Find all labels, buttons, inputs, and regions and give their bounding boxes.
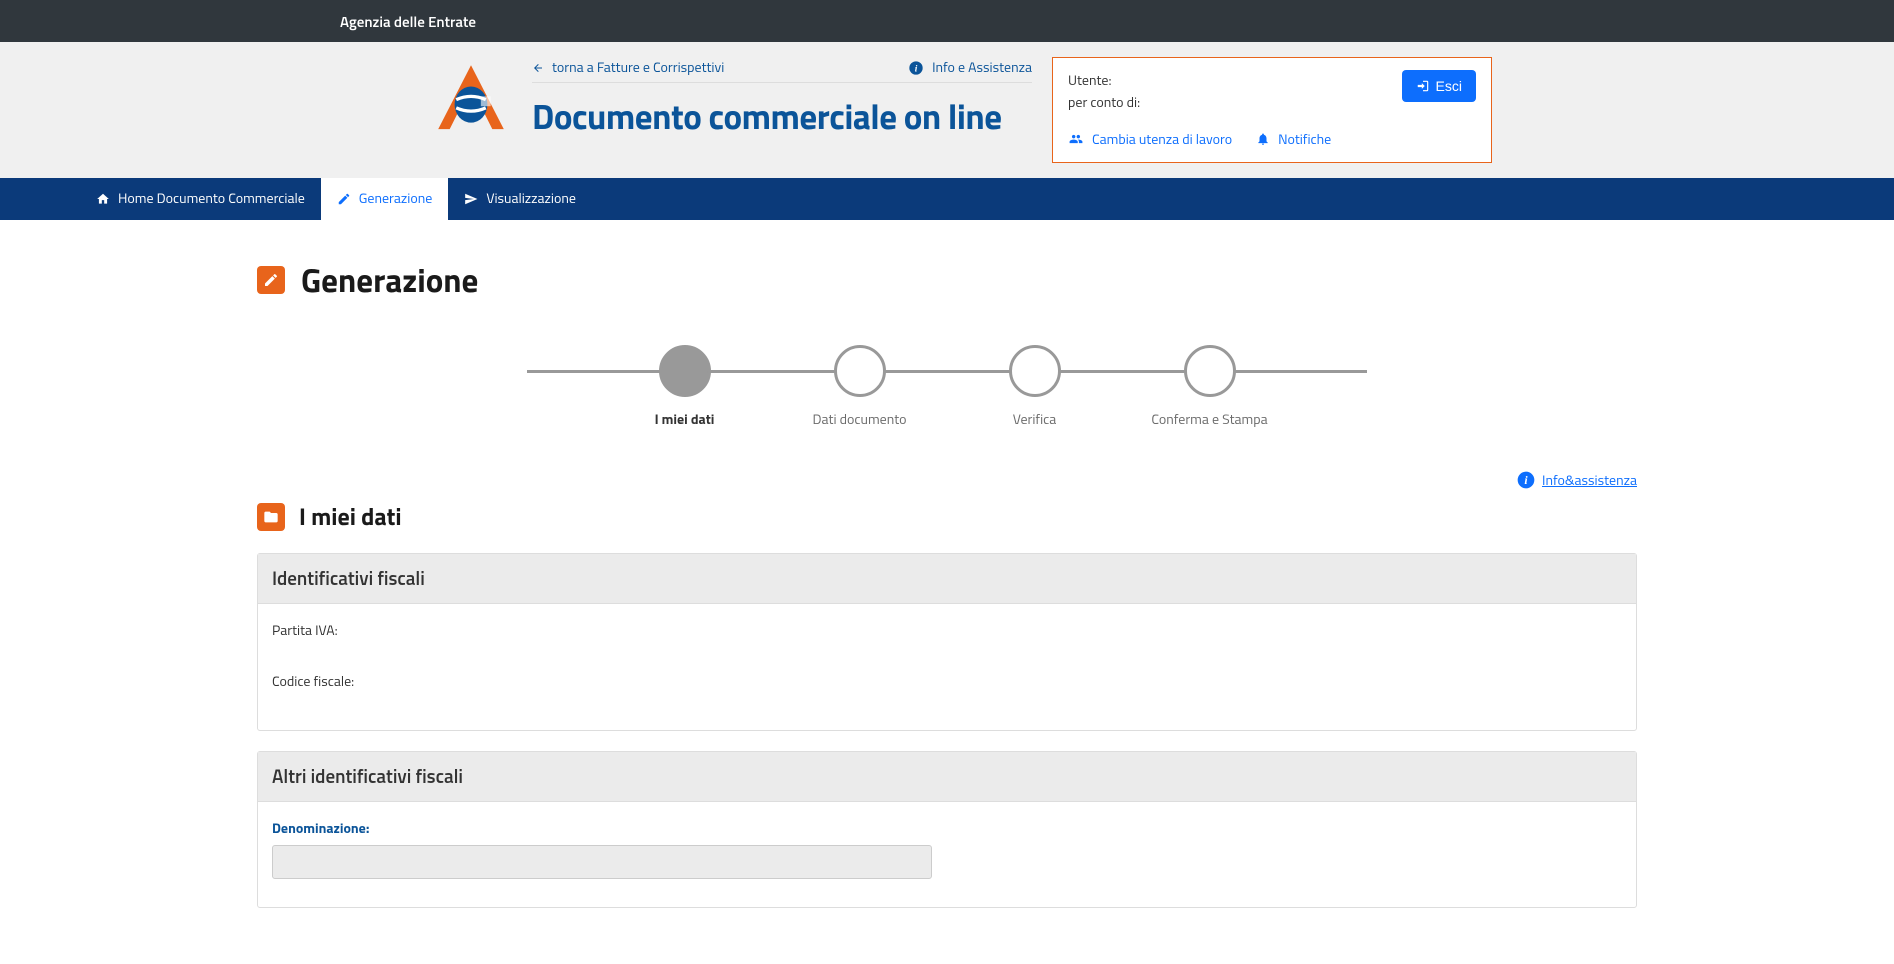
bell-icon xyxy=(1256,132,1270,146)
svg-text:i: i xyxy=(915,64,918,74)
notifiche-link[interactable]: Notifiche xyxy=(1256,129,1331,150)
back-link[interactable]: torna a Fatture e Corrispettivi xyxy=(532,57,724,78)
step-2-circle xyxy=(834,345,886,397)
nav-home-label: Home Documento Commerciale xyxy=(118,188,305,209)
agency-logo xyxy=(430,57,512,139)
per-conto-label: per conto di: xyxy=(1068,92,1140,113)
denominazione-label: Denominazione: xyxy=(272,818,1622,839)
top-bar: Agenzia delle Entrate xyxy=(0,0,1894,42)
step-4-circle xyxy=(1184,345,1236,397)
pencil-box-icon xyxy=(257,266,285,294)
step-1[interactable]: I miei dati xyxy=(597,345,772,430)
nav-generazione[interactable]: Generazione xyxy=(321,178,449,220)
logout-label: Esci xyxy=(1436,78,1462,94)
denominazione-input[interactable] xyxy=(272,845,932,879)
step-1-circle xyxy=(659,345,711,397)
section-miei-dati-title: I miei dati xyxy=(299,499,402,535)
users-icon xyxy=(1068,132,1084,146)
step-2[interactable]: Dati documento xyxy=(772,345,947,430)
logout-button[interactable]: Esci xyxy=(1402,70,1476,102)
back-link-label: torna a Fatture e Corrispettivi xyxy=(552,57,724,78)
panel-identificativi-fiscali: Identificativi fiscali Partita IVA: Codi… xyxy=(257,553,1637,731)
user-info: Utente: per conto di: xyxy=(1068,70,1140,115)
paper-plane-icon xyxy=(464,192,478,206)
nav-visualizzazione-label: Visualizzazione xyxy=(486,188,576,209)
utente-label: Utente: xyxy=(1068,70,1112,91)
cambia-utenza-link[interactable]: Cambia utenza di lavoro xyxy=(1068,129,1232,150)
user-box: Utente: per conto di: Esci Cambia ute xyxy=(1052,57,1492,163)
step-1-label: I miei dati xyxy=(655,409,715,430)
agency-name: Agenzia delle Entrate xyxy=(340,10,476,33)
info-assist-inline-link[interactable]: i Info&assistenza xyxy=(1516,470,1637,491)
app-title: Documento commerciale on line xyxy=(532,89,1032,143)
panel-altri-identificativi: Altri identificativi fiscali Denominazio… xyxy=(257,751,1637,908)
arrow-left-icon xyxy=(532,62,544,74)
folder-box-icon xyxy=(257,503,285,531)
cambia-utenza-label: Cambia utenza di lavoro xyxy=(1092,129,1232,150)
info-circle-icon: i xyxy=(1516,470,1536,490)
stepper: I miei dati Dati documento Verifica Conf… xyxy=(257,335,1637,470)
step-3-circle xyxy=(1009,345,1061,397)
codice-fiscale-label: Codice fiscale: xyxy=(272,671,354,692)
header-area: torna a Fatture e Corrispettivi i Info e… xyxy=(0,42,1894,178)
page-title: Generazione xyxy=(301,255,478,305)
home-icon xyxy=(96,192,110,206)
info-assist-link[interactable]: i Info e Assistenza xyxy=(908,57,1032,78)
step-4[interactable]: Conferma e Stampa xyxy=(1122,345,1297,430)
partita-iva-label: Partita IVA: xyxy=(272,620,338,641)
info-assist-label: Info e Assistenza xyxy=(932,57,1032,78)
step-2-label: Dati documento xyxy=(813,409,907,430)
main-nav: Home Documento Commerciale Generazione V… xyxy=(0,178,1894,220)
step-3[interactable]: Verifica xyxy=(947,345,1122,430)
nav-visualizzazione[interactable]: Visualizzazione xyxy=(448,178,592,220)
info-assist-inline-label: Info&assistenza xyxy=(1542,470,1637,491)
step-3-label: Verifica xyxy=(1013,409,1057,430)
nav-home[interactable]: Home Documento Commerciale xyxy=(80,178,321,220)
sign-out-icon xyxy=(1416,79,1430,93)
panel-altri-header: Altri identificativi fiscali xyxy=(258,752,1636,802)
panel-identificativi-header: Identificativi fiscali xyxy=(258,554,1636,604)
page-heading: Generazione xyxy=(257,255,1637,305)
section-miei-dati-heading: I miei dati xyxy=(257,499,1637,535)
notifiche-label: Notifiche xyxy=(1278,129,1331,150)
info-circle-icon: i xyxy=(908,60,924,76)
nav-generazione-label: Generazione xyxy=(359,188,433,209)
pencil-icon xyxy=(337,192,351,206)
step-4-label: Conferma e Stampa xyxy=(1151,409,1267,430)
